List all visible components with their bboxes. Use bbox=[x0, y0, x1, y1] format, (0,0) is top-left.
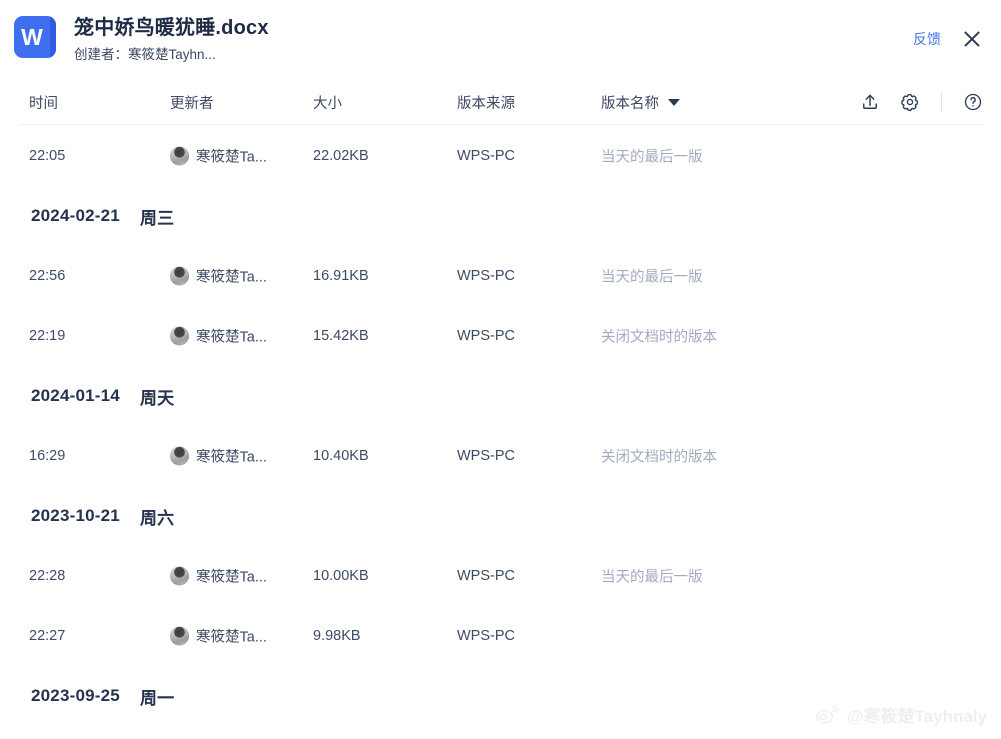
document-title: 笼中娇鸟暖犹睡.docx bbox=[74, 17, 269, 39]
version-row[interactable]: 22:19寒筱楚Ta...9.94KBWPS-PC当天的最后一版 bbox=[0, 726, 1001, 739]
cell-size: 15.42KB bbox=[313, 328, 369, 344]
word-document-icon: W bbox=[14, 16, 56, 58]
cell-updater: 寒筱楚Ta... bbox=[170, 326, 267, 347]
column-header-version-name[interactable]: 版本名称 bbox=[601, 92, 680, 113]
header-divider bbox=[20, 124, 981, 125]
cell-version-name: 关闭文档时的版本 bbox=[601, 449, 717, 466]
group-date: 2023-09-25 bbox=[31, 686, 120, 705]
cell-time: 22:19 bbox=[29, 328, 66, 344]
gear-icon[interactable] bbox=[898, 90, 922, 114]
avatar bbox=[170, 566, 189, 586]
group-date: 2024-01-14 bbox=[31, 386, 120, 405]
cell-updater: 寒筱楚Ta... bbox=[170, 626, 267, 647]
group-weekday: 周一 bbox=[139, 688, 175, 708]
cell-version-name: 关闭文档时的版本 bbox=[601, 329, 717, 346]
cell-source: WPS-PC bbox=[457, 448, 515, 464]
version-list: 22:05 寒筱楚Ta... 22.02KB WPS-PC 当天的最后一版 2024-02… bbox=[0, 126, 1001, 739]
avatar bbox=[170, 626, 189, 646]
avatar bbox=[170, 326, 189, 346]
cell-time: 22:05 bbox=[29, 148, 66, 164]
avatar bbox=[170, 266, 189, 286]
version-row[interactable]: 22:28 寒筱楚Ta... 10.00KB WPS-PC 当天的最后一版 bbox=[0, 546, 1001, 606]
cell-time: 22:28 bbox=[29, 568, 66, 584]
column-header-size[interactable]: 大小 bbox=[313, 92, 342, 113]
cell-time: 16:29 bbox=[29, 448, 66, 464]
cell-source: WPS-PC bbox=[457, 148, 515, 164]
help-icon[interactable] bbox=[961, 90, 985, 114]
cell-source: WPS-PC bbox=[457, 568, 515, 584]
header-actions: 反馈 bbox=[913, 28, 983, 50]
version-row[interactable]: 16:29 寒筱楚Ta... 10.40KB WPS-PC 关闭文档时的版本 bbox=[0, 426, 1001, 486]
version-history-panel: W 笼中娇鸟暖犹睡.docx 创建者：寒筱楚Tayhn... 反馈 时间 更新者… bbox=[0, 0, 1001, 739]
cell-source: WPS-PC bbox=[457, 628, 515, 644]
cell-source: WPS-PC bbox=[457, 268, 515, 284]
cell-size: 22.02KB bbox=[313, 148, 369, 164]
cell-time: 22:27 bbox=[29, 628, 66, 644]
cell-updater: 寒筱楚Ta... bbox=[170, 146, 267, 167]
cell-updater: 寒筱楚Ta... bbox=[170, 566, 267, 587]
toolbar-divider bbox=[941, 92, 942, 112]
updater-name: 寒筱楚Ta... bbox=[196, 149, 267, 166]
updater-name: 寒筱楚Ta... bbox=[196, 629, 267, 646]
cell-updater: 寒筱楚Ta... bbox=[170, 266, 267, 287]
panel-toolbar bbox=[858, 90, 985, 114]
version-row[interactable]: 22:19 寒筱楚Ta... 15.42KB WPS-PC 关闭文档时的版本 bbox=[0, 306, 1001, 366]
group-weekday: 周天 bbox=[139, 388, 175, 408]
group-weekday: 周三 bbox=[139, 208, 175, 228]
updater-name: 寒筱楚Ta... bbox=[196, 329, 267, 346]
avatar bbox=[170, 446, 189, 466]
date-group-header: 2023-10-21 周六 bbox=[0, 486, 1001, 546]
cell-version-name: 当天的最后一版 bbox=[601, 569, 703, 586]
date-group-header: 2024-02-21 周三 bbox=[0, 186, 1001, 246]
updater-name: 寒筱楚Ta... bbox=[196, 449, 267, 466]
feedback-link[interactable]: 反馈 bbox=[913, 29, 941, 49]
upload-icon[interactable] bbox=[858, 90, 882, 114]
cell-source: WPS-PC bbox=[457, 328, 515, 344]
column-header-source[interactable]: 版本来源 bbox=[457, 92, 515, 113]
close-icon[interactable] bbox=[961, 28, 983, 50]
group-date: 2024-02-21 bbox=[31, 206, 120, 225]
document-creator: 创建者：寒筱楚Tayhn... bbox=[74, 47, 216, 62]
version-row[interactable]: 22:05 寒筱楚Ta... 22.02KB WPS-PC 当天的最后一版 bbox=[0, 126, 1001, 186]
word-icon-letter: W bbox=[21, 23, 43, 50]
cell-size: 10.40KB bbox=[313, 448, 369, 464]
version-row[interactable]: 22:27 寒筱楚Ta... 9.98KB WPS-PC bbox=[0, 606, 1001, 666]
cell-version-name: 当天的最后一版 bbox=[601, 269, 703, 286]
column-header-updater[interactable]: 更新者 bbox=[170, 92, 214, 113]
cell-version-name: 当天的最后一版 bbox=[601, 149, 703, 166]
version-row[interactable]: 22:56 寒筱楚Ta... 16.91KB WPS-PC 当天的最后一版 bbox=[0, 246, 1001, 306]
updater-name: 寒筱楚Ta... bbox=[196, 569, 267, 586]
cell-size: 16.91KB bbox=[313, 268, 369, 284]
cell-size: 9.98KB bbox=[313, 628, 361, 644]
chevron-down-icon[interactable] bbox=[668, 99, 680, 106]
panel-header: W 笼中娇鸟暖犹睡.docx 创建者：寒筱楚Tayhn... 反馈 bbox=[0, 0, 1001, 78]
group-date: 2023-10-21 bbox=[31, 506, 120, 525]
avatar bbox=[170, 146, 189, 166]
column-header-row: 时间 更新者 大小 版本来源 版本名称 bbox=[0, 78, 1001, 126]
date-group-header: 2024-01-14 周天 bbox=[0, 366, 1001, 426]
cell-updater: 寒筱楚Ta... bbox=[170, 446, 267, 467]
date-group-header: 2023-09-25 周一 bbox=[0, 666, 1001, 726]
column-header-time[interactable]: 时间 bbox=[29, 92, 58, 113]
cell-size: 10.00KB bbox=[313, 568, 369, 584]
title-block: 笼中娇鸟暖犹睡.docx 创建者：寒筱楚Tayhn... bbox=[74, 14, 269, 64]
updater-name: 寒筱楚Ta... bbox=[196, 269, 267, 286]
group-weekday: 周六 bbox=[139, 508, 175, 528]
cell-time: 22:56 bbox=[29, 268, 66, 284]
column-header-version-name-label: 版本名称 bbox=[601, 96, 659, 112]
